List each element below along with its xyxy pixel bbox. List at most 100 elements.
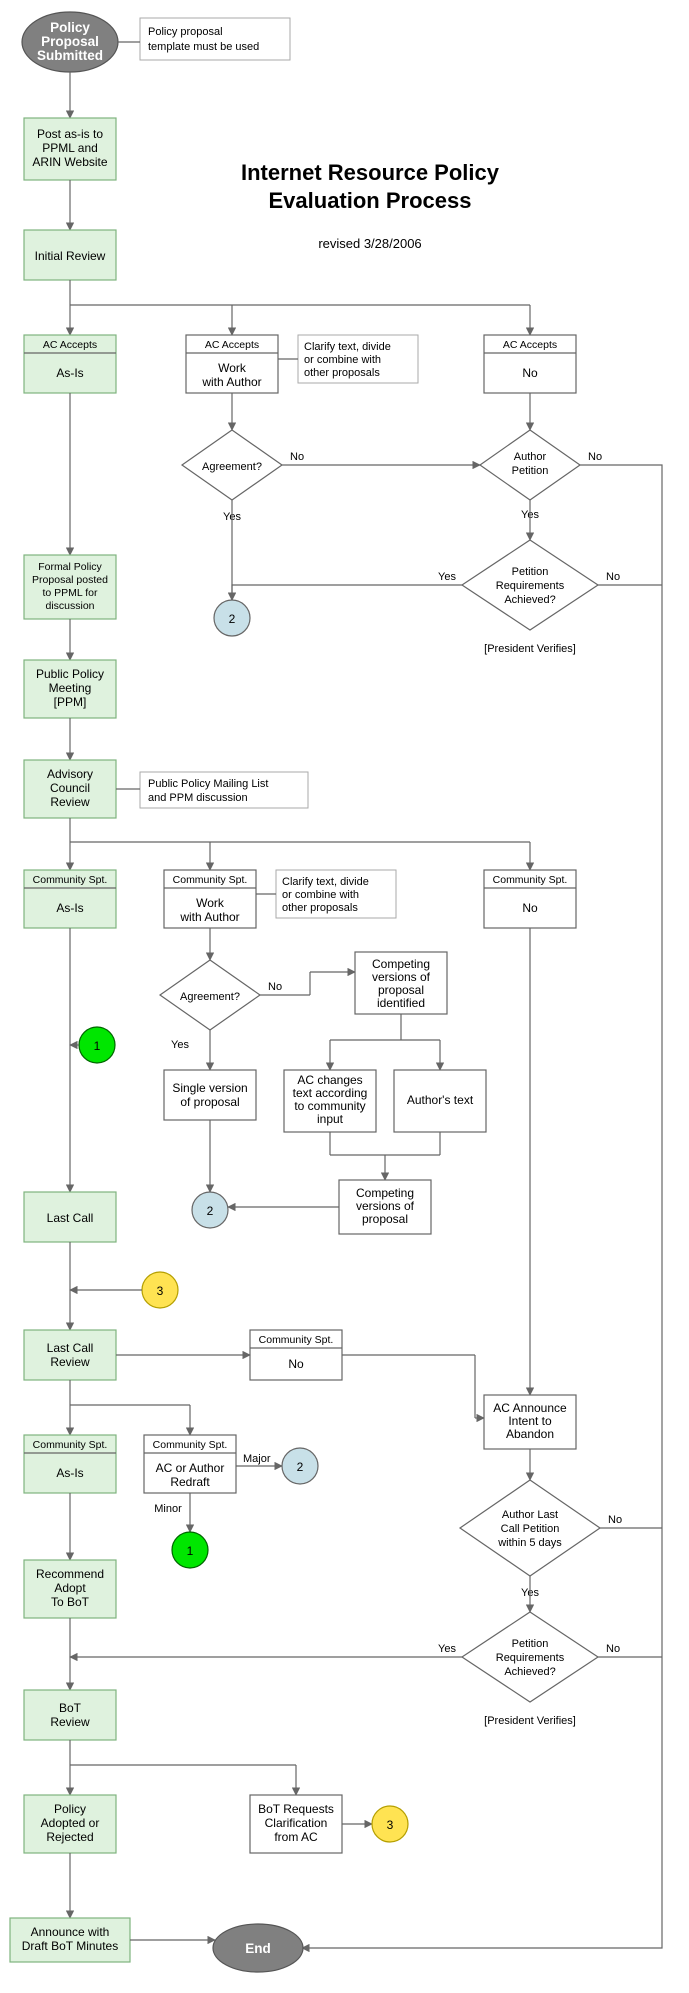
svg-text:Petition: Petition bbox=[512, 465, 549, 477]
svg-text:No: No bbox=[268, 981, 282, 993]
svg-text:proposal: proposal bbox=[362, 1212, 408, 1226]
svg-text:Requirements: Requirements bbox=[496, 580, 565, 592]
svg-text:proposal: proposal bbox=[378, 983, 424, 997]
svg-text:Review: Review bbox=[50, 1715, 90, 1729]
svg-text:PPML and: PPML and bbox=[42, 141, 98, 155]
svg-text:To BoT: To BoT bbox=[51, 1595, 90, 1609]
svg-text:1: 1 bbox=[187, 1544, 194, 1558]
ac-work-box: AC Accepts Work with Author bbox=[186, 335, 278, 393]
svg-text:from AC: from AC bbox=[274, 1830, 318, 1844]
svg-text:BoT: BoT bbox=[59, 1701, 82, 1715]
svg-text:Proposal posted: Proposal posted bbox=[32, 574, 108, 586]
svg-text:Agreement?: Agreement? bbox=[202, 461, 262, 473]
svg-text:Community Spt.: Community Spt. bbox=[33, 874, 108, 886]
svg-text:ARIN Website: ARIN Website bbox=[32, 155, 107, 169]
svg-text:End: End bbox=[245, 1941, 271, 1956]
svg-text:Policy proposal: Policy proposal bbox=[148, 26, 223, 38]
svg-text:Yes: Yes bbox=[438, 571, 456, 583]
svg-text:No: No bbox=[288, 1357, 304, 1371]
svg-text:Last Call: Last Call bbox=[47, 1341, 94, 1355]
svg-text:Policy: Policy bbox=[50, 20, 90, 35]
svg-text:other proposals: other proposals bbox=[304, 367, 380, 379]
svg-text:text according: text according bbox=[293, 1086, 368, 1100]
svg-text:to PPML for: to PPML for bbox=[42, 587, 98, 599]
svg-text:BoT Requests: BoT Requests bbox=[258, 1802, 334, 1816]
svg-text:Clarify text, divide: Clarify text, divide bbox=[282, 876, 369, 888]
svg-text:Meeting: Meeting bbox=[49, 681, 92, 695]
svg-text:As-Is: As-Is bbox=[56, 366, 83, 380]
svg-text:Redraft: Redraft bbox=[170, 1475, 210, 1489]
svg-text:Adopted or: Adopted or bbox=[41, 1816, 100, 1830]
svg-text:Proposal: Proposal bbox=[41, 34, 99, 49]
svg-text:Achieved?: Achieved? bbox=[504, 594, 555, 606]
svg-text:Minor: Minor bbox=[154, 1503, 182, 1515]
svg-text:Community Spt.: Community Spt. bbox=[259, 1334, 334, 1346]
svg-text:versions of: versions of bbox=[372, 970, 431, 984]
svg-text:Public Policy: Public Policy bbox=[36, 667, 104, 681]
svg-text:Community Spt.: Community Spt. bbox=[173, 874, 248, 886]
svg-text:AC Announce: AC Announce bbox=[493, 1401, 567, 1415]
svg-text:Author Last: Author Last bbox=[502, 1509, 558, 1521]
svg-text:to community: to community bbox=[294, 1099, 365, 1113]
svg-text:As-Is: As-Is bbox=[56, 1466, 83, 1480]
svg-text:Competing: Competing bbox=[356, 1186, 414, 1200]
svg-text:Initial Review: Initial Review bbox=[35, 249, 106, 263]
svg-text:3: 3 bbox=[157, 1284, 164, 1298]
svg-text:Rejected: Rejected bbox=[46, 1830, 93, 1844]
flowchart: Internet Resource Policy Evaluation Proc… bbox=[0, 0, 689, 1993]
svg-text:Community Spt.: Community Spt. bbox=[33, 1439, 108, 1451]
svg-text:2: 2 bbox=[297, 1460, 304, 1474]
svg-text:Author's text: Author's text bbox=[407, 1093, 474, 1107]
svg-text:with Author: with Author bbox=[179, 910, 239, 924]
svg-text:Agreement?: Agreement? bbox=[180, 991, 240, 1003]
svg-text:Competing: Competing bbox=[372, 957, 430, 971]
svg-text:other proposals: other proposals bbox=[282, 902, 358, 914]
note-template bbox=[140, 18, 290, 60]
svg-text:No: No bbox=[606, 571, 620, 583]
redraft-box: Community Spt. AC or Author Redraft bbox=[144, 1435, 236, 1493]
ac-asis-box: AC Accepts As-Is bbox=[24, 335, 116, 393]
svg-text:No: No bbox=[290, 451, 304, 463]
svg-text:Intent to: Intent to bbox=[508, 1414, 552, 1428]
svg-text:Clarify text, divide: Clarify text, divide bbox=[304, 341, 391, 353]
svg-text:AC Accepts: AC Accepts bbox=[205, 339, 259, 351]
svg-text:Abandon: Abandon bbox=[506, 1427, 554, 1441]
svg-text:AC or Author: AC or Author bbox=[156, 1461, 225, 1475]
svg-text:Achieved?: Achieved? bbox=[504, 1666, 555, 1678]
svg-text:2: 2 bbox=[229, 612, 236, 626]
svg-text:AC Accepts: AC Accepts bbox=[43, 339, 97, 351]
svg-text:or combine with: or combine with bbox=[282, 889, 359, 901]
svg-text:No: No bbox=[522, 901, 538, 915]
svg-text:Adopt: Adopt bbox=[54, 1581, 86, 1595]
svg-text:Call Petition: Call Petition bbox=[501, 1523, 560, 1535]
svg-text:Advisory: Advisory bbox=[47, 767, 93, 781]
svg-text:No: No bbox=[588, 451, 602, 463]
svg-text:No: No bbox=[522, 366, 538, 380]
svg-text:[PPM]: [PPM] bbox=[54, 695, 87, 709]
svg-text:Post as-is to: Post as-is to bbox=[37, 127, 103, 141]
svg-text:Recommend: Recommend bbox=[36, 1567, 104, 1581]
svg-text:Requirements: Requirements bbox=[496, 1652, 565, 1664]
revised: revised 3/28/2006 bbox=[318, 236, 421, 251]
svg-text:or combine with: or combine with bbox=[304, 354, 381, 366]
svg-text:[President Verifies]: [President Verifies] bbox=[484, 1715, 576, 1727]
svg-text:3: 3 bbox=[387, 1818, 394, 1832]
svg-text:2: 2 bbox=[207, 1204, 214, 1218]
svg-text:Clarification: Clarification bbox=[265, 1816, 328, 1830]
svg-text:Community Spt.: Community Spt. bbox=[153, 1439, 228, 1451]
svg-text:Major: Major bbox=[243, 1453, 271, 1465]
svg-text:Formal Policy: Formal Policy bbox=[38, 561, 102, 573]
svg-text:Work: Work bbox=[218, 361, 247, 375]
cs-asis-lcr-box: Community Spt. As-Is bbox=[24, 1435, 116, 1493]
svg-text:template must be used: template must be used bbox=[148, 41, 259, 53]
title-line1: Internet Resource Policy bbox=[241, 160, 500, 185]
svg-text:Policy: Policy bbox=[54, 1802, 86, 1816]
svg-text:1: 1 bbox=[94, 1039, 101, 1053]
svg-text:with Author: with Author bbox=[201, 375, 261, 389]
svg-text:discussion: discussion bbox=[45, 600, 94, 612]
svg-text:Submitted: Submitted bbox=[37, 48, 103, 63]
svg-text:Community Spt.: Community Spt. bbox=[493, 874, 568, 886]
svg-text:Council: Council bbox=[50, 781, 90, 795]
svg-text:of proposal: of proposal bbox=[180, 1095, 239, 1109]
cs-asis-box: Community Spt. As-Is bbox=[24, 870, 116, 928]
